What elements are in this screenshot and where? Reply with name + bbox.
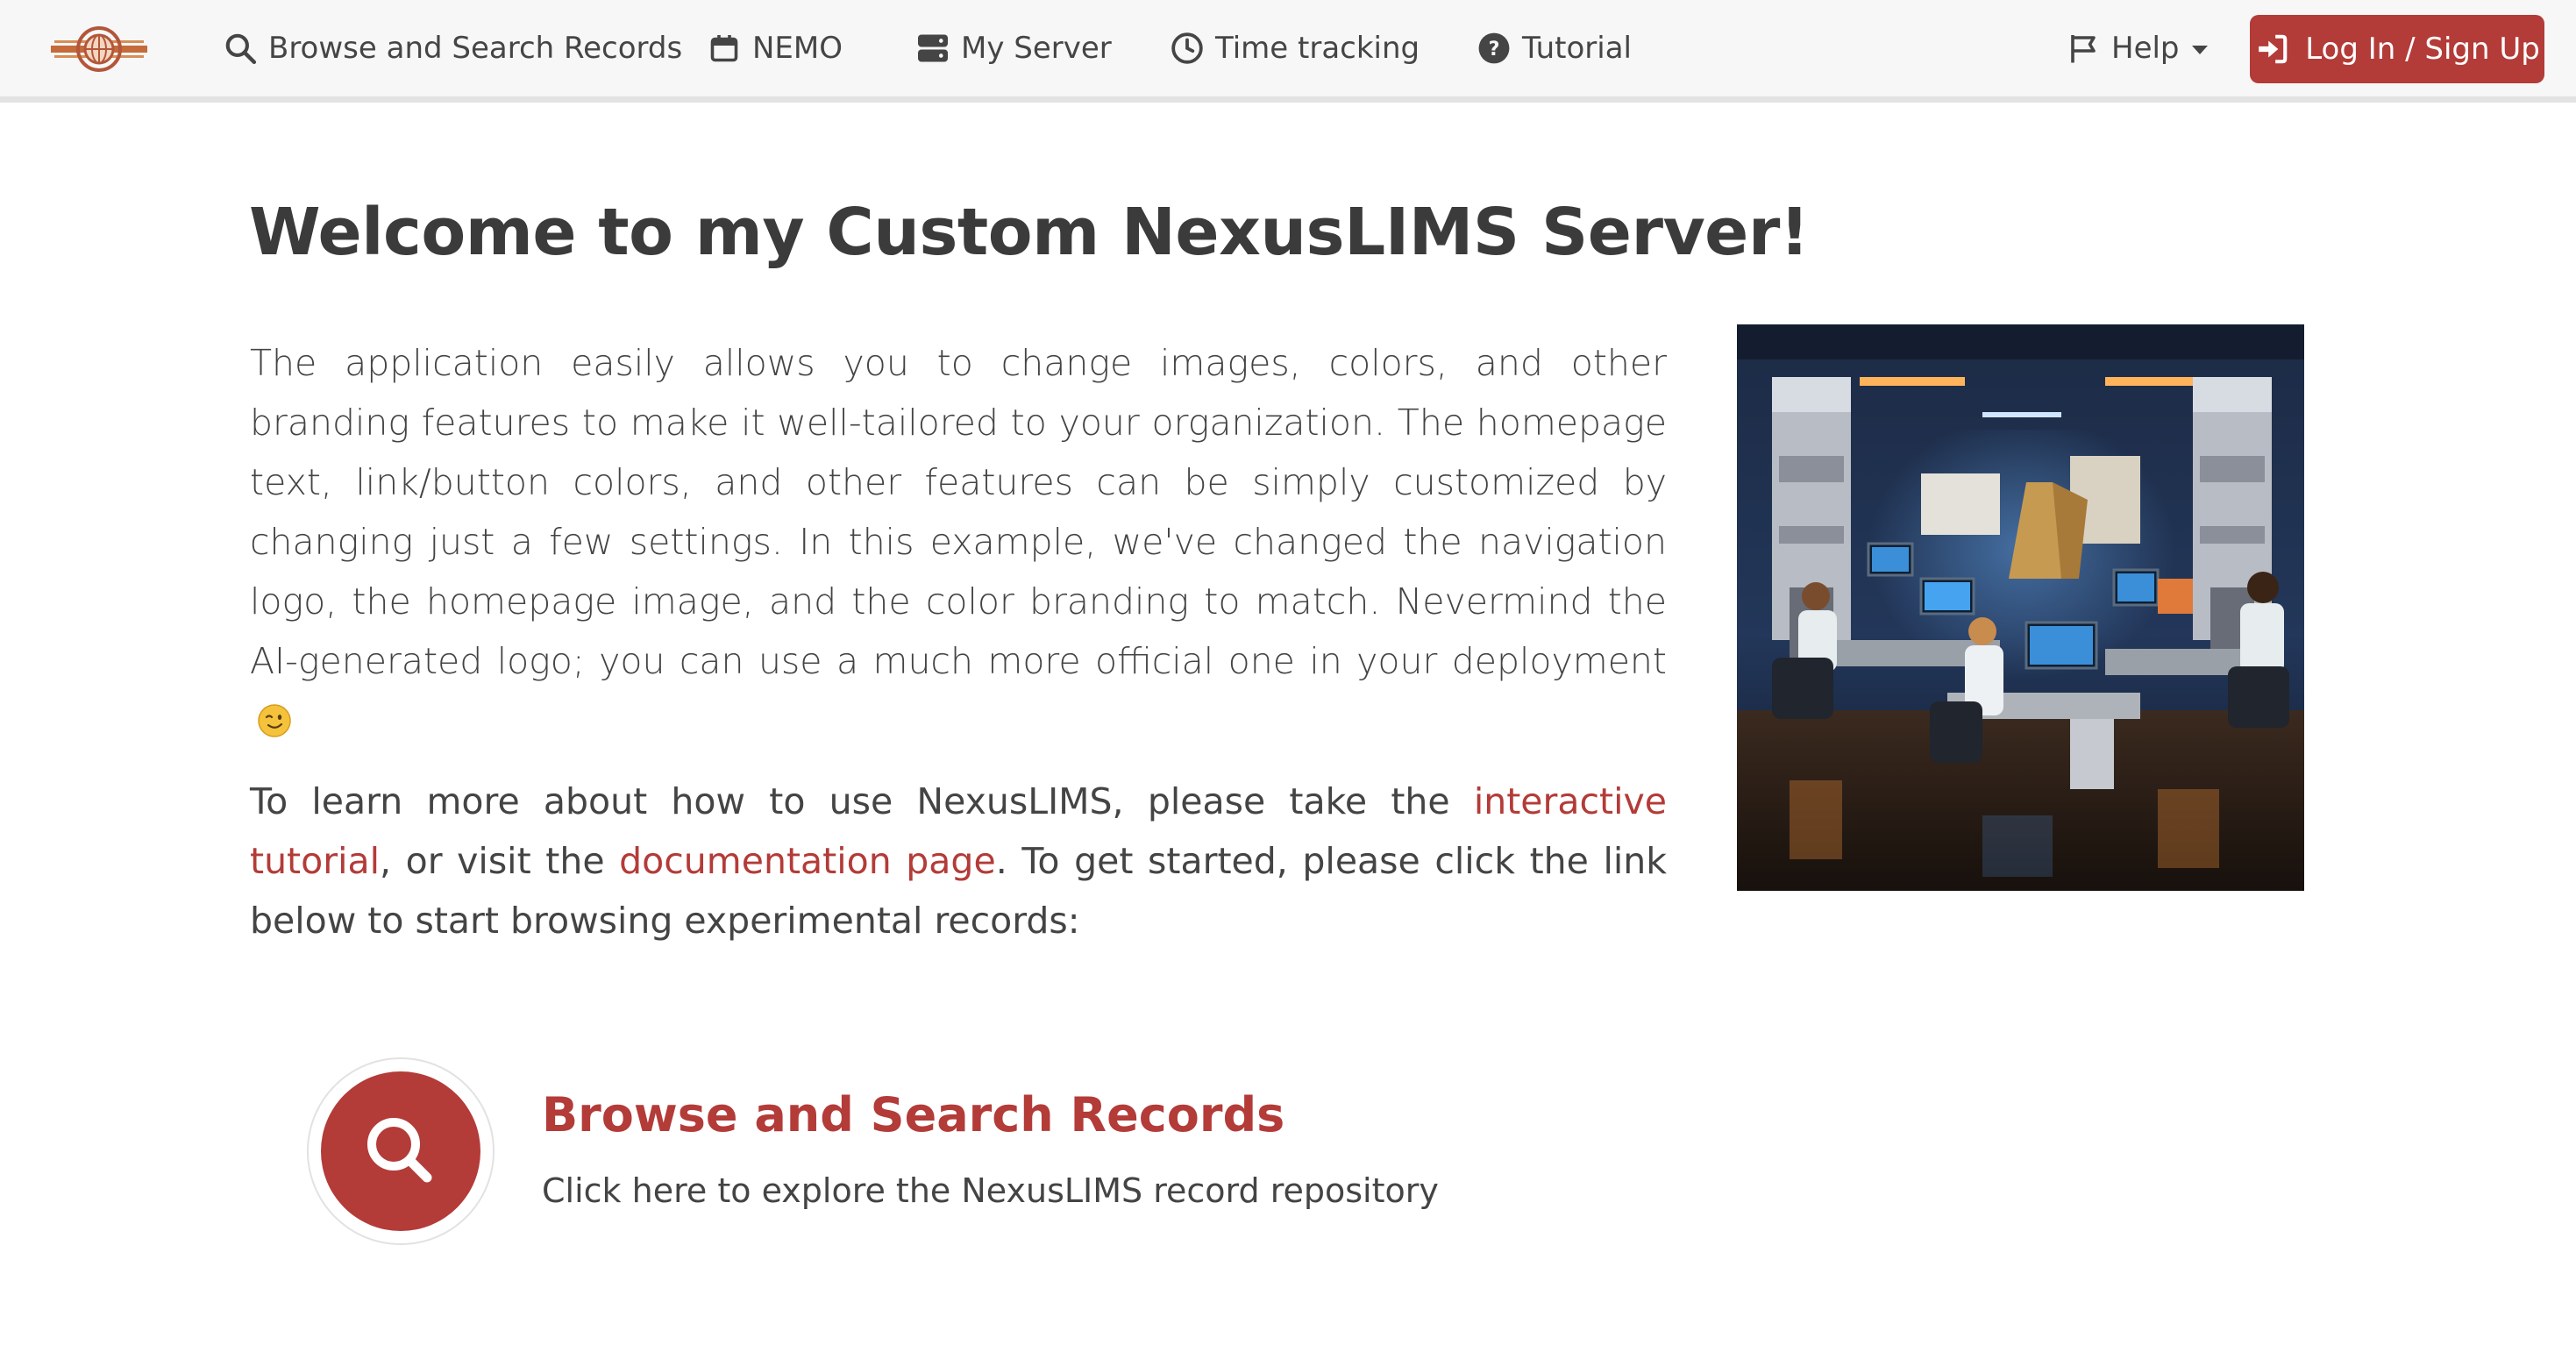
navbar: Browse and Search Records NEMO My Server… [0,0,2576,103]
nav-time-tracking[interactable]: Time tracking [1170,0,1420,96]
login-signup-button[interactable]: Log In / Sign Up [2250,15,2544,83]
learn-text-2: , or visit the [379,840,620,882]
question-circle-icon: ? [1477,31,1512,66]
sign-in-icon [2254,31,2291,68]
learn-text-1: To learn more about how to use NexusLIMS… [250,780,1474,822]
nav-time-tracking-label: Time tracking [1215,31,1420,66]
browse-records-link[interactable]: Browse and Search Records [542,1087,1284,1142]
nav-tutorial[interactable]: ? Tutorial [1477,0,1632,96]
documentation-page-link[interactable]: documentation page [619,840,996,882]
nav-my-server[interactable]: My Server [915,0,1112,96]
winking-face-icon [257,696,292,737]
page-title: Welcome to my Custom NexusLIMS Server! [249,195,1810,270]
nav-help-dropdown[interactable]: Help [2066,0,2208,96]
hero-image [1737,324,2304,891]
intro-paragraph: The application easily allows you to cha… [250,333,1667,751]
learn-more-paragraph: To learn more about how to use NexusLIMS… [250,772,1667,950]
clock-icon [1170,31,1205,66]
nav-help-label: Help [2111,31,2180,66]
nav-tutorial-label: Tutorial [1522,31,1632,66]
search-icon [223,31,258,66]
nav-nemo-label: NEMO [752,31,843,66]
browse-records-icon-button[interactable] [307,1057,495,1245]
server-icon [915,31,950,66]
intro-text: The application easily allows you to cha… [250,342,1667,682]
browse-records-description: Click here to explore the NexusLIMS reco… [542,1171,1439,1210]
flag-icon [2066,31,2101,66]
svg-text:?: ? [1489,38,1500,60]
login-signup-label: Log In / Sign Up [2305,32,2540,67]
calendar-icon [707,31,742,66]
search-icon [321,1071,480,1231]
navbar-logo[interactable] [51,25,147,74]
nav-my-server-label: My Server [961,31,1112,66]
nav-browse-search-label: Browse and Search Records [268,31,683,66]
nav-nemo[interactable]: NEMO [707,0,843,96]
nav-browse-search[interactable]: Browse and Search Records [223,0,682,96]
chevron-down-icon [2191,46,2208,54]
